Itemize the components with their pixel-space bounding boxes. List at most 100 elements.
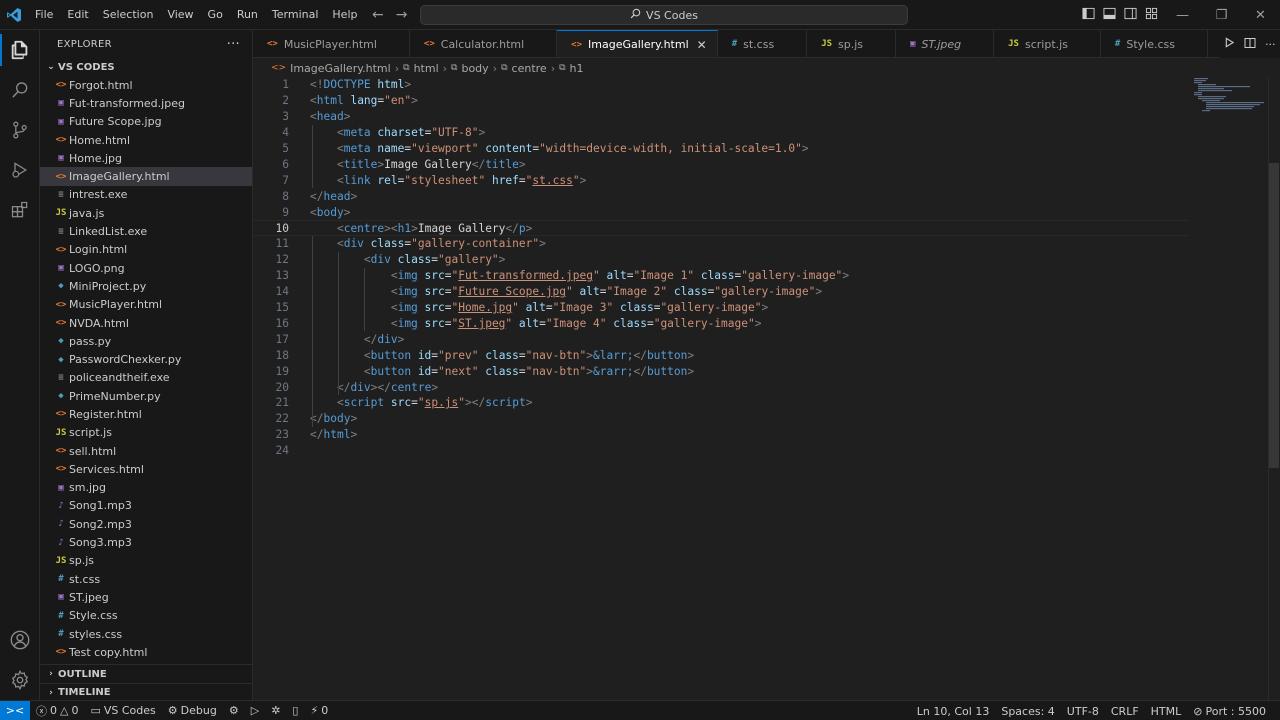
code-line[interactable]: 6 <title>Image Gallery</title> <box>253 157 1188 173</box>
file-item[interactable]: ≡ policeandtheif.exe <box>40 369 252 387</box>
file-item[interactable]: ▣ Home.jpg <box>40 149 252 167</box>
file-item[interactable]: ♪ Song2.mp3 <box>40 515 252 533</box>
file-item[interactable]: ♪ Song1.mp3 <box>40 497 252 515</box>
code-line[interactable]: 13 <img src="Fut-transformed.jpeg" alt="… <box>253 268 1188 284</box>
file-item[interactable]: <> Register.html <box>40 405 252 423</box>
file-item[interactable]: ≡ LinkedList.exe <box>40 222 252 240</box>
toggle-primary-sidebar-icon[interactable] <box>1082 7 1095 23</box>
minimize-icon[interactable]: — <box>1163 0 1202 30</box>
tab-calculator-html[interactable]: <> Calculator.html <box>410 30 558 57</box>
remote-icon[interactable]: >< <box>0 700 30 720</box>
menu-terminal[interactable]: Terminal <box>265 0 326 30</box>
file-item[interactable]: ▣ Future Scope.jpg <box>40 113 252 131</box>
editor-scrollbar[interactable] <box>1269 163 1279 468</box>
run-indicator[interactable]: ▷ <box>245 704 265 717</box>
breadcrumb-item[interactable]: h1 <box>570 62 584 75</box>
source-control-icon[interactable] <box>0 110 40 150</box>
code-line[interactable]: 16 <img src="ST.jpeg" alt="Image 4" clas… <box>253 316 1188 332</box>
language-mode[interactable]: HTML <box>1145 705 1188 718</box>
tab-style-css[interactable]: # Style.css <box>1101 30 1208 57</box>
close-tab-icon[interactable]: ✕ <box>697 38 707 52</box>
folder-header[interactable]: ⌄ VS CODES <box>40 58 252 76</box>
tab-sp-js[interactable]: JS sp.js <box>807 30 897 57</box>
code-line[interactable]: 7 <link rel="stylesheet" href="st.css"> <box>253 172 1188 188</box>
file-item[interactable]: <> sell.html <box>40 442 252 460</box>
problems-indicator[interactable]: ⓧ 0 △ 0 <box>30 703 84 719</box>
menu-run[interactable]: Run <box>230 0 265 30</box>
file-item[interactable]: ▣ ST.jpeg <box>40 588 252 606</box>
file-item[interactable]: <> NVDA.html <box>40 314 252 332</box>
extensions-icon[interactable] <box>0 190 40 230</box>
menu-view[interactable]: View <box>160 0 200 30</box>
code-line[interactable]: 9 <body> <box>253 204 1188 220</box>
toggle-panel-icon[interactable] <box>1103 7 1116 23</box>
file-item[interactable]: ▣ Fut-transformed.jpeg <box>40 94 252 112</box>
ports-indicator[interactable]: ⚡ 0 <box>304 704 334 717</box>
menu-selection[interactable]: Selection <box>96 0 161 30</box>
menu-file[interactable]: File <box>28 0 60 30</box>
toggle-secondary-sidebar-icon[interactable] <box>1124 7 1137 23</box>
tab-st-css[interactable]: # st.css <box>718 30 808 57</box>
tab-st-jpeg[interactable]: ▣ ST.jpeg <box>896 30 995 57</box>
file-item[interactable]: ▣ LOGO.png <box>40 259 252 277</box>
file-item[interactable]: <> Forgot.html <box>40 76 252 94</box>
file-item[interactable]: # styles.css <box>40 625 252 643</box>
code-line[interactable]: 11 <div class="gallery-container"> <box>253 236 1188 252</box>
encoding[interactable]: UTF-8 <box>1061 705 1105 718</box>
code-line[interactable]: 3 <head> <box>253 109 1188 125</box>
more-actions-icon[interactable]: ··· <box>227 37 240 52</box>
file-item[interactable]: <> Test copy.html <box>40 643 252 661</box>
code-line[interactable]: 14 <img src="Future Scope.jpg" alt="Imag… <box>253 284 1188 300</box>
code-line[interactable]: 10 <centre><h1>Image Gallery</p> <box>253 220 1188 236</box>
file-item[interactable]: ◆ PasswordChexker.py <box>40 350 252 368</box>
account-icon[interactable] <box>0 620 40 660</box>
file-item[interactable]: <> Login.html <box>40 241 252 259</box>
file-item[interactable]: ◆ pass.py <box>40 332 252 350</box>
cursor-position[interactable]: Ln 10, Col 13 <box>911 705 996 718</box>
file-item[interactable]: JS sp.js <box>40 552 252 570</box>
code-editor[interactable]: 1 <!DOCTYPE html> 2 <html lang="en"> 3 <head>… <box>253 77 1280 700</box>
tab-musicplayer-html[interactable]: <> MusicPlayer.html <box>253 30 410 57</box>
more-actions-icon[interactable]: ··· <box>1265 38 1276 51</box>
go-back-icon[interactable]: ← <box>372 7 384 23</box>
customize-layout-icon[interactable] <box>1145 7 1158 23</box>
file-item[interactable]: ▣ sm.jpg <box>40 479 252 497</box>
code-line[interactable]: 22 </body> <box>253 411 1188 427</box>
close-icon[interactable]: ✕ <box>1241 0 1280 30</box>
file-item[interactable]: <> Home.html <box>40 131 252 149</box>
split-editor-icon[interactable] <box>1244 37 1256 52</box>
file-item[interactable]: # Style.css <box>40 607 252 625</box>
run-icon[interactable] <box>1224 37 1235 51</box>
code-line[interactable]: 15 <img src="Home.jpg" alt="Image 3" cla… <box>253 300 1188 316</box>
explorer-icon[interactable] <box>0 30 40 70</box>
trash-indicator[interactable]: ▯ <box>286 704 304 717</box>
command-center[interactable]: VS Codes <box>420 5 908 25</box>
code-line[interactable]: 24 <box>253 443 1188 459</box>
breadcrumb-item[interactable]: html <box>414 62 439 75</box>
file-item[interactable]: <> MusicPlayer.html <box>40 296 252 314</box>
code-line[interactable]: 4 <meta charset="UTF-8"> <box>253 125 1188 141</box>
breadcrumb-item[interactable]: body <box>461 62 488 75</box>
debug-indicator[interactable]: ⚙ Debug <box>162 704 223 717</box>
menu-help[interactable]: Help <box>325 0 364 30</box>
outline-section[interactable]: › OUTLINE <box>40 665 252 683</box>
live-server-port[interactable]: ⊘ Port : 5500 <box>1187 705 1272 718</box>
file-item[interactable]: <> ImageGallery.html <box>40 167 252 186</box>
run-debug-icon[interactable] <box>0 150 40 190</box>
line-ending[interactable]: CRLF <box>1105 705 1145 718</box>
file-item[interactable]: ≡ intrest.exe <box>40 186 252 204</box>
settings-indicator[interactable]: ⚙ <box>223 704 245 717</box>
indentation[interactable]: Spaces: 4 <box>995 705 1060 718</box>
search-icon[interactable] <box>0 70 40 110</box>
file-item[interactable]: JS script.js <box>40 424 252 442</box>
minimap[interactable] <box>1192 77 1268 117</box>
file-item[interactable]: ♪ Song3.mp3 <box>40 533 252 551</box>
tab-script-js[interactable]: JS script.js <box>994 30 1101 57</box>
manage-gear-icon[interactable] <box>0 660 40 700</box>
restore-icon[interactable]: ❐ <box>1202 0 1241 30</box>
code-line[interactable]: 1 <!DOCTYPE html> <box>253 77 1188 93</box>
code-line[interactable]: 5 <meta name="viewport" content="width=d… <box>253 141 1188 157</box>
menu-go[interactable]: Go <box>201 0 230 30</box>
code-line[interactable]: 8 </head> <box>253 188 1188 204</box>
file-item[interactable]: # st.css <box>40 570 252 588</box>
